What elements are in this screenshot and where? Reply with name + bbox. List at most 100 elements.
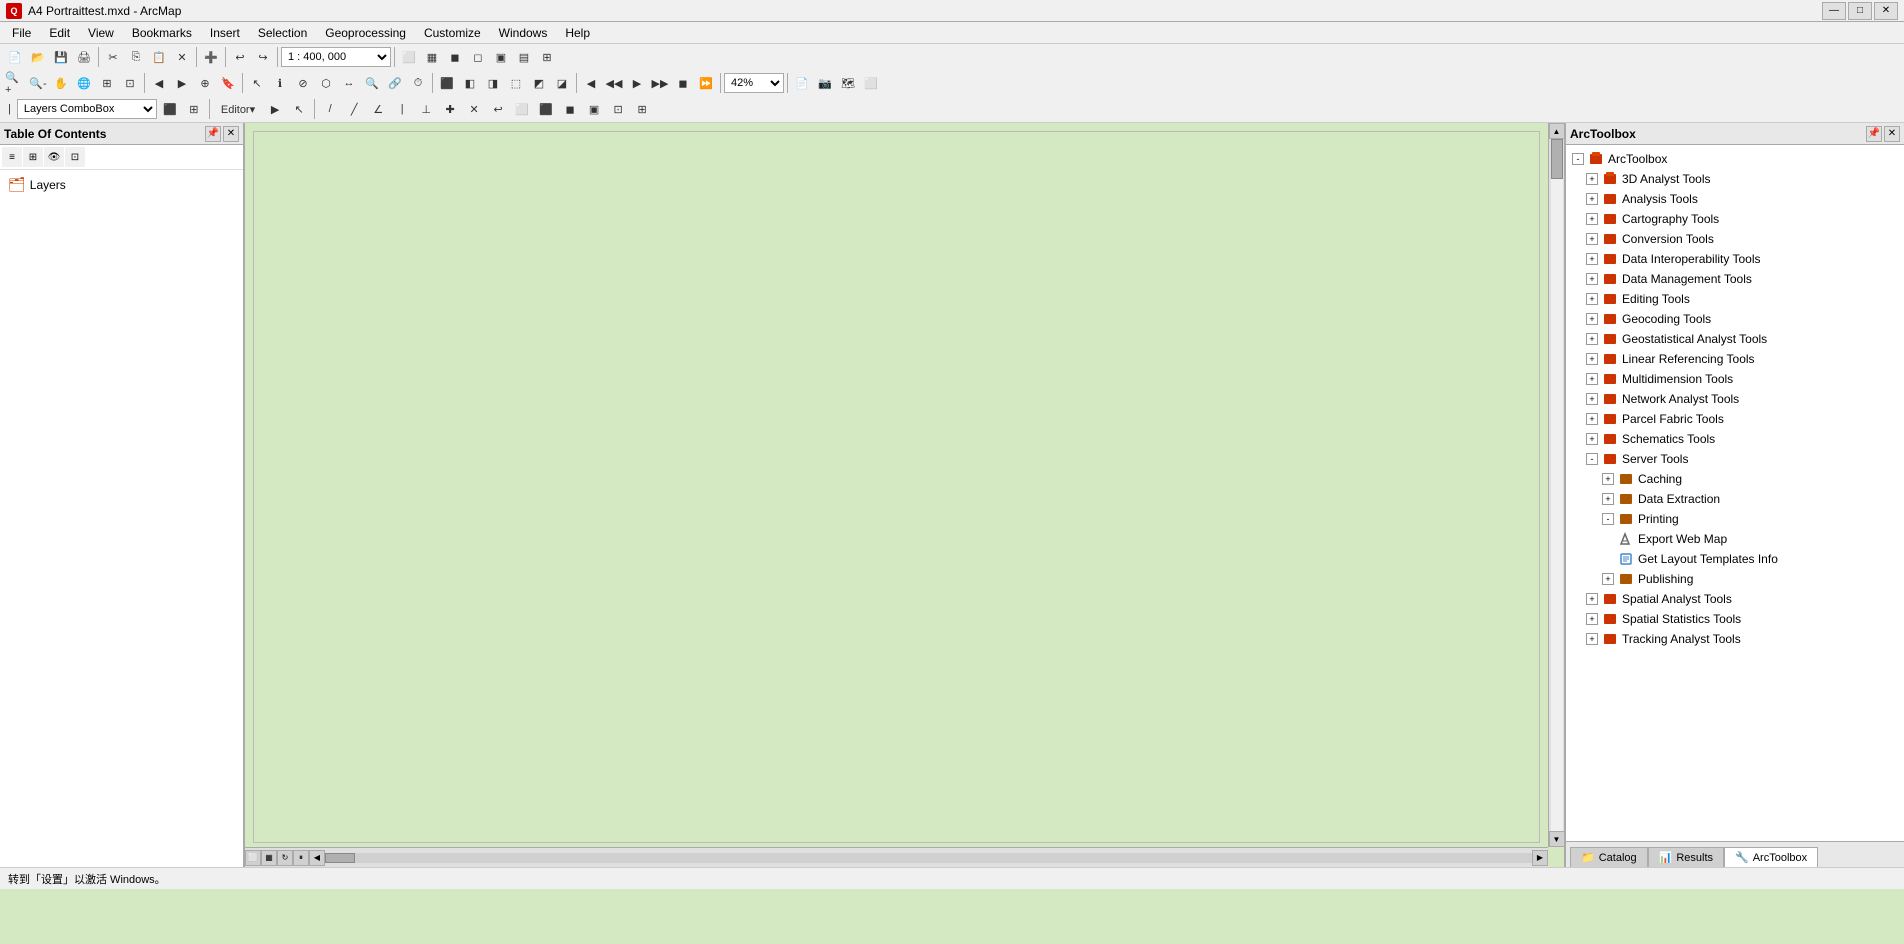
layout-tools-4[interactable]: ◻	[467, 46, 489, 68]
scroll-up-arrow[interactable]: ▲	[1549, 123, 1565, 139]
tree-item-data-interop[interactable]: + Data Interoperability Tools	[1566, 249, 1904, 269]
map-tool4[interactable]: ⬜	[860, 72, 882, 94]
tab-catalog[interactable]: 📁 Catalog	[1570, 847, 1648, 867]
identify[interactable]: ℹ	[269, 72, 291, 94]
tree-item-3d-analyst[interactable]: + 3D Analyst Tools	[1566, 169, 1904, 189]
tree-item-linear-ref[interactable]: + Linear Referencing Tools	[1566, 349, 1904, 369]
map-nav5[interactable]: ◼	[672, 72, 694, 94]
toc-pin-button[interactable]: 📌	[205, 126, 221, 142]
hyperlink[interactable]: 🔗	[384, 72, 406, 94]
add-data-button[interactable]: ➕	[200, 46, 222, 68]
bookmarks[interactable]: 🔖	[217, 72, 239, 94]
time-slider[interactable]: ⏱	[407, 72, 429, 94]
tree-item-parcel-fabric[interactable]: + Parcel Fabric Tools	[1566, 409, 1904, 429]
fixed-zoom[interactable]: ⊡	[119, 72, 141, 94]
edit-cursor[interactable]: ↖	[288, 98, 310, 120]
map-btn4[interactable]: ⬚	[505, 72, 527, 94]
edit-line[interactable]: ╱	[343, 98, 365, 120]
editing-expand[interactable]: +	[1586, 293, 1598, 305]
linear-ref-expand[interactable]: +	[1586, 353, 1598, 365]
tree-item-caching[interactable]: + Caching	[1566, 469, 1904, 489]
toc-close-button[interactable]: ✕	[223, 126, 239, 142]
edit-sq5[interactable]: ⊡	[607, 98, 629, 120]
menu-selection[interactable]: Selection	[250, 24, 315, 42]
redo-button[interactable]: ↪	[252, 46, 274, 68]
zoom-in[interactable]: 🔍+	[4, 72, 26, 94]
delete-button[interactable]: ✕	[171, 46, 193, 68]
paste-button[interactable]: 📋	[148, 46, 170, 68]
tree-item-server[interactable]: - Server Tools	[1566, 449, 1904, 469]
zoom-combo[interactable]: 42%	[724, 73, 784, 93]
edit-sq3[interactable]: ◼	[559, 98, 581, 120]
edit-undo2[interactable]: ↩	[487, 98, 509, 120]
print-button[interactable]: 🖨	[73, 46, 95, 68]
data-mgmt-expand[interactable]: +	[1586, 273, 1598, 285]
full-extent[interactable]: ⊞	[96, 72, 118, 94]
caching-expand[interactable]: +	[1602, 473, 1614, 485]
maximize-button[interactable]: □	[1848, 2, 1872, 20]
map-tool1[interactable]: 📄	[791, 72, 813, 94]
zoom-out[interactable]: 🔍-	[27, 72, 49, 94]
map-btn2[interactable]: ◧	[459, 72, 481, 94]
edit-divider[interactable]: |	[391, 98, 413, 120]
edit-angle[interactable]: ∠	[367, 98, 389, 120]
toc-visible-btn[interactable]: 👁	[44, 147, 64, 167]
tab-arctoolbox[interactable]: 🔧 ArcToolbox	[1724, 847, 1818, 867]
copy-button[interactable]: ⎘	[125, 46, 147, 68]
tree-item-multidimension[interactable]: + Multidimension Tools	[1566, 369, 1904, 389]
find[interactable]: 🔍	[361, 72, 383, 94]
parcel-fabric-expand[interactable]: +	[1586, 413, 1598, 425]
tree-item-printing[interactable]: - Printing	[1566, 509, 1904, 529]
tab-results[interactable]: 📊 Results	[1648, 847, 1724, 867]
multidimension-expand[interactable]: +	[1586, 373, 1598, 385]
editor-button[interactable]: Editor▾	[214, 99, 262, 119]
tree-item-get-layout-templates[interactable]: Get Layout Templates Info	[1566, 549, 1904, 569]
pan[interactable]: ✋	[50, 72, 72, 94]
schematics-expand[interactable]: +	[1586, 433, 1598, 445]
scroll-data-view[interactable]: ▦	[261, 850, 277, 866]
map-nav4[interactable]: ▶▶	[649, 72, 671, 94]
tree-root[interactable]: - ArcToolbox	[1566, 149, 1904, 169]
menu-help[interactable]: Help	[557, 24, 598, 42]
tree-item-tracking-analyst[interactable]: + Tracking Analyst Tools	[1566, 629, 1904, 649]
select-by-location[interactable]: ↔	[338, 72, 360, 94]
tree-item-conversion[interactable]: + Conversion Tools	[1566, 229, 1904, 249]
tree-item-geostatistical[interactable]: + Geostatistical Analyst Tools	[1566, 329, 1904, 349]
map-btn5[interactable]: ◩	[528, 72, 550, 94]
undo-button[interactable]: ↩	[229, 46, 251, 68]
map-tool2[interactable]: 📷	[814, 72, 836, 94]
new-button[interactable]: 📄	[4, 46, 26, 68]
layout-tools-3[interactable]: ◼	[444, 46, 466, 68]
layout-tools-7[interactable]: ⊞	[536, 46, 558, 68]
scroll-thumb-right[interactable]	[1551, 139, 1563, 179]
data-interop-expand[interactable]: +	[1586, 253, 1598, 265]
geocoding-expand[interactable]: +	[1586, 313, 1598, 325]
map-nav3[interactable]: ▶	[626, 72, 648, 94]
edit-sq1[interactable]: ⬜	[511, 98, 533, 120]
minimize-button[interactable]: —	[1822, 2, 1846, 20]
cartography-expand[interactable]: +	[1586, 213, 1598, 225]
edit-sq2[interactable]: ⬛	[535, 98, 557, 120]
scroll-down-arrow[interactable]: ▼	[1549, 831, 1565, 847]
layout-tools-5[interactable]: ▣	[490, 46, 512, 68]
map-nav6[interactable]: ⏩	[695, 72, 717, 94]
layout-tools-2[interactable]: ▦	[421, 46, 443, 68]
root-expand[interactable]: -	[1572, 153, 1584, 165]
tree-item-analysis[interactable]: + Analysis Tools	[1566, 189, 1904, 209]
3d-expand[interactable]: +	[1586, 173, 1598, 185]
edit-cross[interactable]: ✚	[439, 98, 461, 120]
toc-list-btn[interactable]: ≡	[2, 147, 22, 167]
layer-icon1[interactable]: ⬛	[159, 98, 181, 120]
layout-tools-1[interactable]: ⬜	[398, 46, 420, 68]
spatial-statistics-expand[interactable]: +	[1586, 613, 1598, 625]
map-tool3[interactable]: 🗺	[837, 72, 859, 94]
layers-combobox[interactable]: Layers ComboBox	[17, 99, 157, 119]
menu-file[interactable]: File	[4, 24, 39, 42]
menu-customize[interactable]: Customize	[416, 24, 489, 42]
edit-split[interactable]: ⊥	[415, 98, 437, 120]
zoom-to-layer[interactable]: ⊕	[194, 72, 216, 94]
printing-expand[interactable]: -	[1602, 513, 1614, 525]
clear-sel[interactable]: ⊘	[292, 72, 314, 94]
network-analyst-expand[interactable]: +	[1586, 393, 1598, 405]
tree-item-spatial-statistics[interactable]: + Spatial Statistics Tools	[1566, 609, 1904, 629]
